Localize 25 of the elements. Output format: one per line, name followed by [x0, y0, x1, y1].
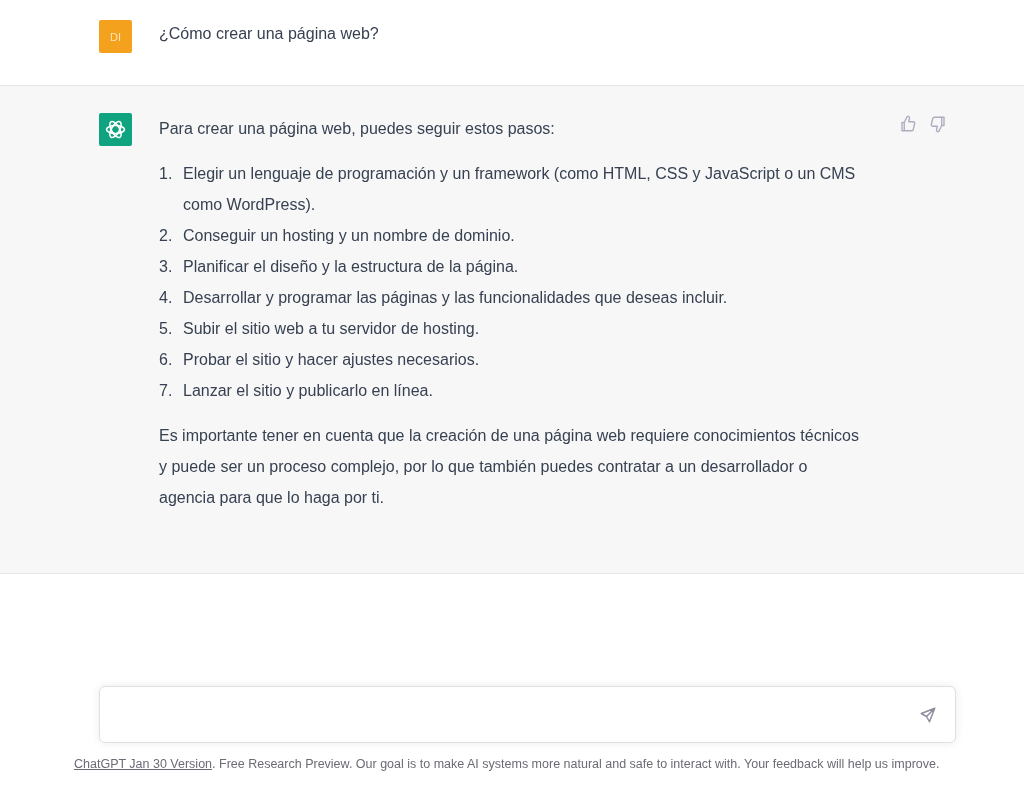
list-item-text: Subir el sitio web a tu servidor de hosting.: [183, 319, 481, 339]
list-item-text: Desarrollar y programar las páginas y las funcionalidades que deseas incluir.: [183, 288, 729, 308]
list-number: 1.: [159, 164, 174, 184]
list-number: 7.: [159, 381, 174, 401]
user-message: ¿Cómo crear una página web?: [159, 24, 379, 44]
user-avatar: DI: [99, 20, 132, 53]
thumbs-down-icon[interactable]: [929, 115, 947, 133]
thumbs-up-icon[interactable]: [899, 115, 917, 133]
list-number: 3.: [159, 257, 174, 277]
list-item-text: Planificar el diseño y la estructura de la página.: [183, 257, 520, 277]
send-icon[interactable]: [919, 705, 937, 724]
list-number: 2.: [159, 226, 174, 246]
list-number: 4.: [159, 288, 174, 308]
footer-disclaimer: ChatGPT Jan 30 Version. Free Research Preview. Our goal is to make AI systems more natural and safe to interact with. Your feedback will help us improve.: [74, 757, 941, 771]
message-input-field[interactable]: [99, 686, 956, 743]
list-number: 5.: [159, 319, 174, 339]
list-item-text: Probar el sitio y hacer ajustes necesarios.: [183, 350, 481, 370]
version-link[interactable]: ChatGPT Jan 30 Version: [74, 757, 213, 771]
list-item-text: Elegir un lenguaje de programación y un framework (como HTML, CSS y JavaScript o un CMS como WordPress).: [183, 164, 857, 215]
list-number: 6.: [159, 350, 174, 370]
list-item-text: Conseguir un hosting y un nombre de dominio.: [183, 226, 516, 246]
response-conclusion: Es importante tener en cuenta que la creación de una página web requiere conocimientos técnicos y puede ser un proceso complejo, por lo que también puedes contratar a un desarrollador o agencia para que lo haga por ti.: [159, 426, 859, 508]
assistant-logo-icon: [99, 113, 132, 146]
list-item-text: Lanzar el sitio y publicarlo en línea.: [183, 381, 434, 401]
response-intro: Para crear una página web, puedes seguir estos pasos:: [159, 119, 556, 139]
